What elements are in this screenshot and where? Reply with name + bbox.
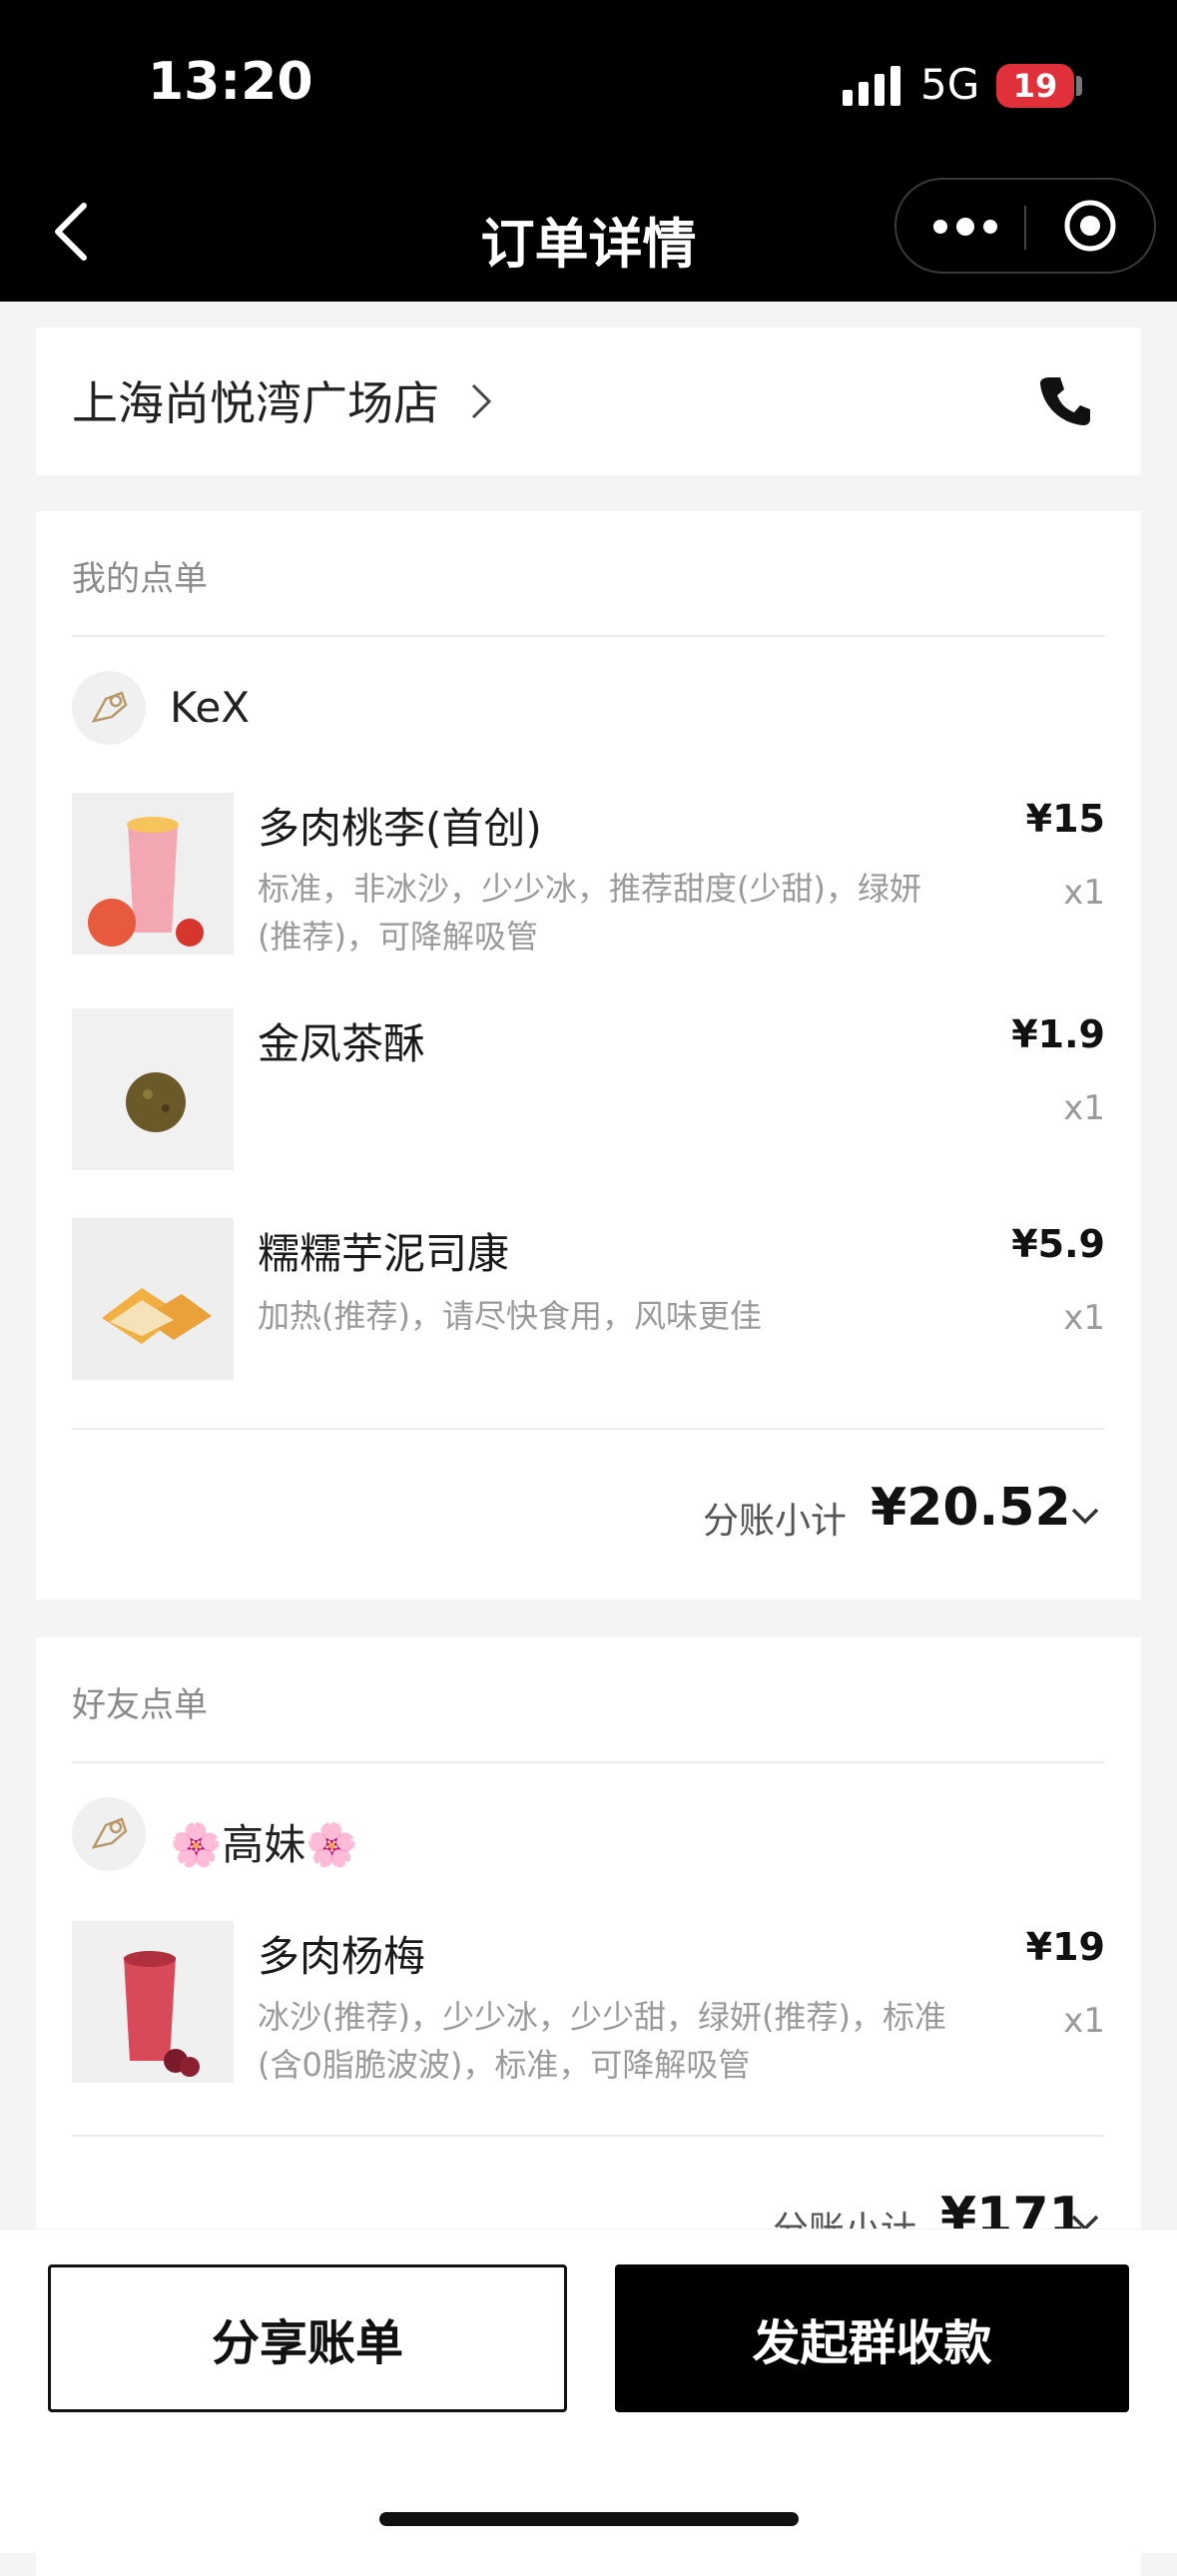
item-image-taro-scone: [72, 1218, 234, 1380]
item-image-bayberry-drink: [72, 1921, 234, 2083]
item-name: 多肉桃李(首创): [258, 804, 542, 853]
section-title-friend-order: 好友点单: [72, 1685, 208, 1725]
item-options: 冰沙(推荐)，少少冰，少少甜，绿妍(推荐)，标准(含0脂脆波波)，标准，可降解吸…: [258, 1998, 946, 2084]
item-qty: x1: [1063, 2001, 1105, 2041]
item-qty: x1: [1063, 1088, 1105, 1128]
share-bill-button[interactable]: 分享账单: [48, 2264, 567, 2412]
item-qty: x1: [1063, 873, 1105, 913]
divider: [72, 1428, 1105, 1430]
item-price: ¥15: [1025, 797, 1105, 841]
more-icon[interactable]: [930, 214, 1000, 240]
user-avatar-icon: [91, 691, 128, 723]
phone-icon[interactable]: [1038, 373, 1092, 427]
home-indicator: [379, 2512, 799, 2526]
capsule-divider: [1024, 206, 1026, 250]
item-price: ¥19: [1025, 1925, 1105, 1969]
subtotal-label: 分账小计: [703, 1501, 848, 1542]
item-name: 糯糯芋泥司康: [258, 1229, 510, 1278]
divider: [72, 635, 1105, 637]
item-image-peach-drink: [72, 793, 234, 955]
group-collect-button[interactable]: 发起群收款: [615, 2264, 1129, 2412]
item-options: 标准，非冰沙，少少冰，推荐甜度(少甜)，绿妍(推荐)，可降解吸管: [258, 870, 921, 956]
subtotal-amount[interactable]: ¥20.52: [871, 1478, 1071, 1538]
divider: [72, 2135, 1105, 2137]
divider: [72, 1761, 1105, 1763]
chevron-right-icon: [471, 383, 492, 419]
battery-tip: [1076, 76, 1082, 96]
item-name: 金凤茶酥: [258, 1019, 426, 1068]
item-price: ¥1.9: [1011, 1012, 1105, 1056]
item-options: 加热(推荐)，请尽快食用，风味更佳: [258, 1297, 762, 1335]
item-qty: x1: [1063, 1298, 1105, 1338]
battery-icon: 19: [996, 64, 1074, 108]
store-name[interactable]: 上海尚悦湾广场店: [72, 367, 439, 433]
section-title-my-order: 我的点单: [72, 559, 208, 599]
item-image-tea-cookie: [72, 1008, 234, 1170]
user-avatar-icon: [91, 1817, 128, 1849]
close-target-icon[interactable]: [1062, 198, 1118, 254]
network-label: 5G: [920, 60, 980, 109]
avatar: [72, 1797, 146, 1871]
item-price: ¥5.9: [1011, 1222, 1105, 1266]
avatar: [72, 671, 146, 745]
status-time: 13:20: [148, 52, 313, 112]
user-name: KeX: [170, 683, 251, 732]
item-name: 多肉杨梅: [258, 1932, 426, 1981]
signal-icon: [843, 66, 900, 106]
user-name: 🌸高妹🌸: [170, 1820, 358, 1869]
chevron-down-icon[interactable]: [1070, 1506, 1100, 1526]
